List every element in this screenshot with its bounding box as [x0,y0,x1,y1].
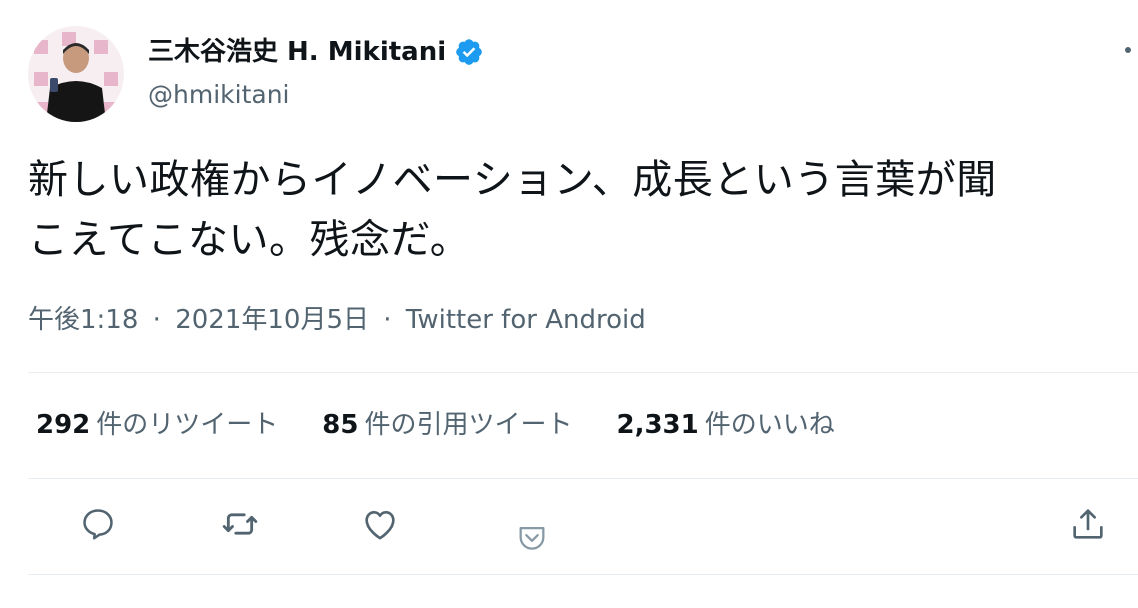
tweet-stats: 292 件のリツイート 85 件の引用ツイート 2,331 件のいいね [36,406,879,444]
stat-count: 292 [36,410,91,440]
share-button[interactable] [1066,502,1110,546]
stat-count: 85 [322,410,359,440]
stat-quote-tweets[interactable]: 85 件の引用ツイート [322,406,572,444]
stat-likes[interactable]: 2,331 件のいいね [617,406,835,444]
like-icon [365,511,395,540]
avatar[interactable] [28,26,124,122]
display-name-text[interactable]: 三木谷浩史 H. Mikitani [148,34,446,70]
reply-button[interactable] [76,502,120,546]
pocket-icon [519,526,545,550]
stat-label: 件の引用ツイート [364,410,573,440]
meta-separator: · [383,305,392,335]
stat-retweets[interactable]: 292 件のリツイート [36,406,278,444]
display-name[interactable]: 三木谷浩史 H. Mikitani [148,34,484,70]
verified-badge-icon [454,37,484,67]
tweet-time[interactable]: 午後1:18 [28,305,138,335]
stat-label: 件のリツイート [96,410,279,440]
divider [28,372,1138,373]
reply-icon [83,509,113,540]
more-options-icon[interactable] [1125,47,1131,53]
tweet-date[interactable]: 2021年10月5日 [175,305,369,335]
tweet-text: 新しい政権からイノベーション、成長という言葉が聞 こえてこない。残念だ。 [28,157,997,263]
stat-count: 2,331 [616,410,699,440]
meta-separator: · [152,305,161,335]
tweet-source[interactable]: Twitter for Android [406,305,646,335]
share-icon [1073,509,1103,539]
divider [28,478,1138,479]
pocket-button[interactable] [510,516,554,560]
user-handle[interactable]: @hmikitani [148,78,289,112]
stat-label: 件のいいね [704,410,835,440]
tweet-meta: 午後1:18 · 2021年10月5日 · Twitter for Androi… [28,302,646,338]
retweet-icon [222,513,258,535]
divider [28,574,1138,575]
retweet-button[interactable] [218,502,262,546]
like-button[interactable] [358,502,402,546]
